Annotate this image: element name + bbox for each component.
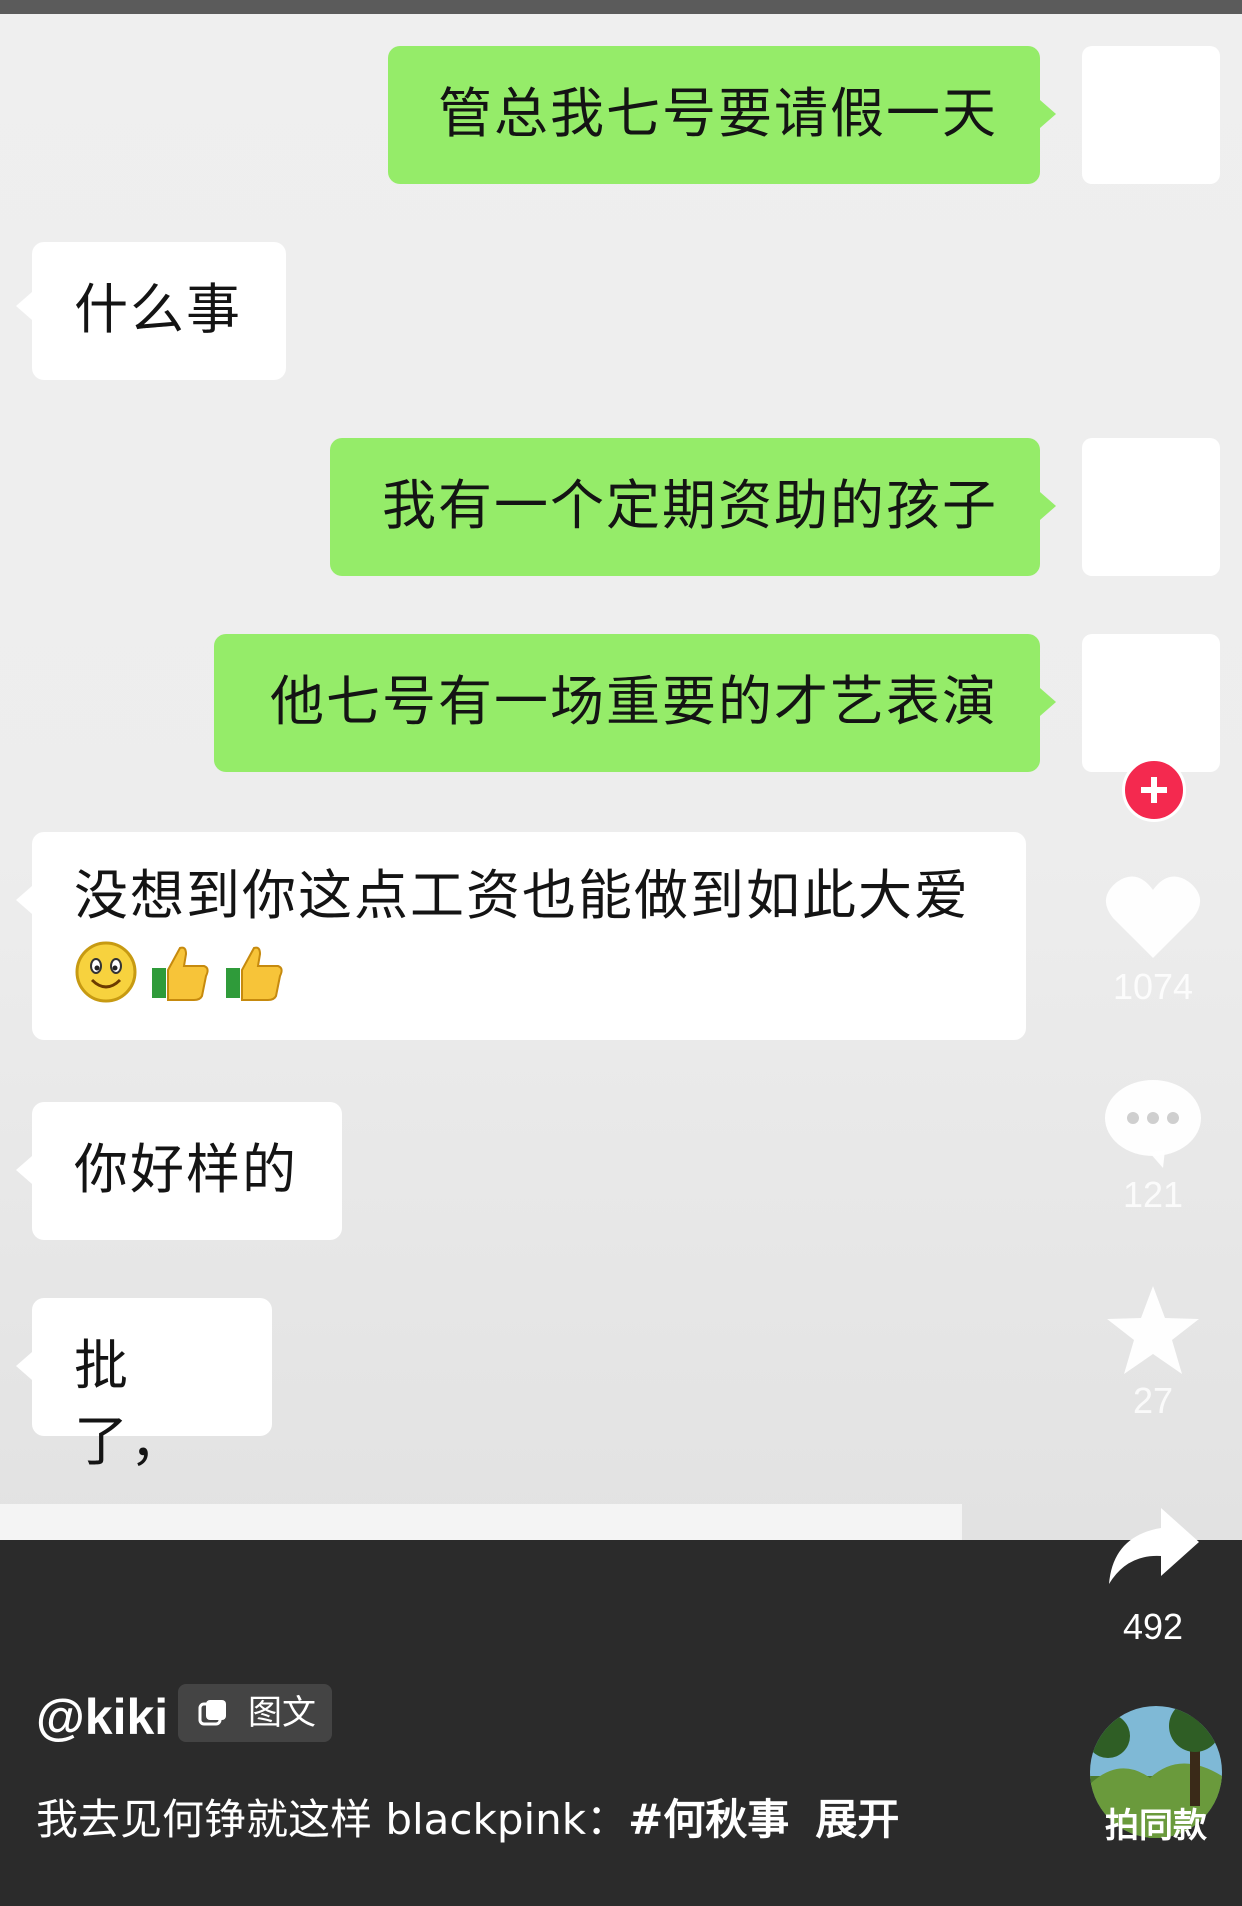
caption-text: 我去见何铮就这样 blackpink： — [36, 1795, 629, 1844]
message-text: 你好样的 — [74, 1138, 298, 1201]
image-text-icon — [198, 1700, 226, 1726]
post-type-label: 图文 — [248, 1693, 316, 1733]
share-button[interactable]: 492 — [1108, 1504, 1199, 1648]
share-arrow-icon — [1109, 1508, 1199, 1584]
top-status-strip — [0, 0, 1242, 14]
sender-avatar — [1082, 634, 1220, 772]
use-template-label[interactable]: 拍同款 — [1090, 1798, 1222, 1847]
favorite-count: 27 — [1132, 1380, 1174, 1421]
expand-button[interactable]: 展开 — [815, 1795, 899, 1844]
screenshot-edge-strip — [0, 1504, 962, 1540]
post-caption: 我去见何铮就这样 blackpink：#何秋事 展开 — [36, 1786, 899, 1847]
message-text: 没想到你这点工资也能做到如此大爱 — [74, 864, 970, 927]
author-username[interactable]: @kiki — [36, 1688, 168, 1746]
bubble-tail — [16, 1352, 32, 1380]
comment-bubble-icon — [1105, 1080, 1201, 1168]
post-type-tag: 图文 — [178, 1684, 332, 1742]
star-icon — [1107, 1286, 1199, 1374]
message-text: 我有一个定期资助的孩子 — [382, 474, 998, 537]
like-count: 1074 — [1112, 966, 1194, 1007]
share-count: 492 — [1122, 1606, 1184, 1647]
received-message-bubble: 没想到你这点工资也能做到如此大爱 — [32, 832, 1026, 1040]
sent-message-bubble: 管总我七号要请假一天 — [388, 46, 1040, 184]
like-button[interactable]: 1074 — [1105, 872, 1201, 1008]
bubble-tail — [1040, 492, 1056, 520]
received-message-bubble: 你好样的 — [32, 1102, 342, 1240]
bubble-tail — [16, 1156, 32, 1184]
sender-avatar — [1082, 438, 1220, 576]
received-message-bubble: 什么事 — [32, 242, 286, 380]
thumbs-up-emoji-icon — [152, 946, 209, 1001]
received-message-bubble: 批了， — [32, 1298, 272, 1473]
comment-count: 121 — [1122, 1174, 1184, 1215]
message-text: 批了， — [74, 1334, 186, 1473]
emoji-row — [74, 940, 984, 1004]
bubble-tail — [1040, 688, 1056, 716]
thumbs-up-emoji-icon — [226, 946, 283, 1001]
smile-emoji-icon — [75, 941, 137, 1003]
sent-message-bubble: 我有一个定期资助的孩子 — [330, 438, 1040, 576]
favorite-button[interactable]: 27 — [1107, 1284, 1199, 1422]
heart-icon — [1105, 876, 1201, 958]
bubble-tail — [16, 292, 32, 320]
bubble-tail — [1040, 100, 1056, 128]
sent-message-bubble: 他七号有一场重要的才艺表演 — [214, 634, 1040, 772]
chat-screenshot-area: 管总我七号要请假一天 什么事 我有一个定期资助的孩子 他七号有一场重要的才艺表演… — [0, 14, 1242, 1540]
hashtag-link[interactable]: #何秋事 — [628, 1795, 789, 1844]
message-text: 管总我七号要请假一天 — [438, 82, 998, 145]
follow-button[interactable] — [1122, 758, 1186, 822]
comment-button[interactable]: 121 — [1105, 1078, 1201, 1216]
message-text: 他七号有一场重要的才艺表演 — [270, 670, 998, 733]
message-text: 什么事 — [74, 278, 242, 341]
bubble-tail — [16, 886, 32, 914]
plus-icon — [1141, 777, 1167, 803]
sender-avatar — [1082, 46, 1220, 184]
